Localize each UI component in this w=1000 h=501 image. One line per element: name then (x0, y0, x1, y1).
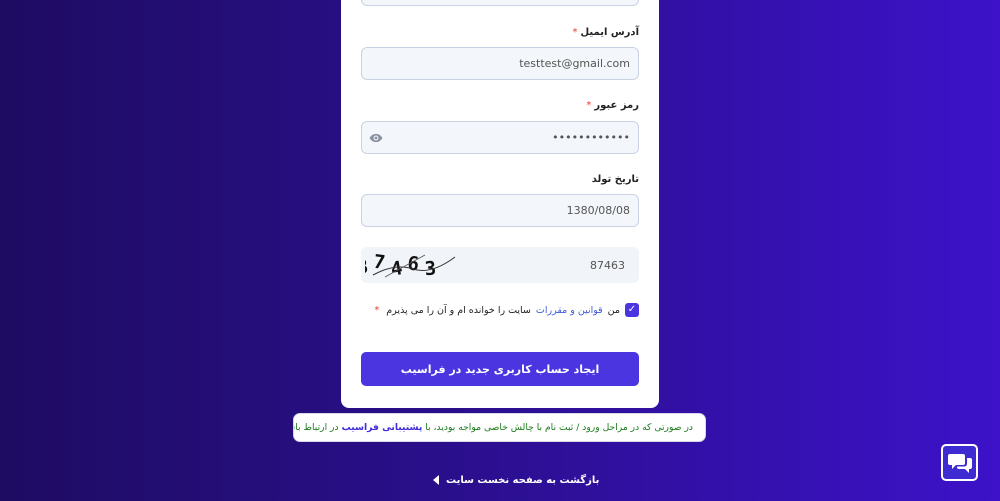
previous-field[interactable] (361, 0, 639, 6)
email-required-mark: * (572, 27, 578, 38)
captcha-input[interactable]: 87463 (590, 259, 625, 272)
back-to-home-label: بازگشت به صفحه نخست سایت (446, 474, 600, 486)
notice-text-before: در صورتی که در مراحل ورود / ثبت نام با چ… (425, 422, 693, 433)
password-required-mark: * (586, 100, 592, 111)
caret-left-icon (433, 475, 439, 485)
support-link[interactable]: پشتیبانی فراسیب (342, 422, 423, 433)
captcha-char: 4 (389, 257, 404, 281)
chat-support-button[interactable] (941, 444, 978, 481)
back-to-home-link[interactable]: بازگشت به صفحه نخست سایت (432, 473, 599, 487)
support-notice: در صورتی که در مراحل ورود / ثبت نام با چ… (293, 413, 706, 442)
password-label-text: رمز عبور (594, 100, 639, 111)
captcha-char: 3 (424, 257, 437, 280)
eye-icon[interactable] (369, 131, 383, 145)
terms-row: ✓ من قوانین و مقررات سایت را خوانده ام و… (375, 302, 639, 318)
terms-link[interactable]: قوانین و مقررات (536, 305, 603, 316)
birthdate-label: تاریخ تولد (592, 174, 639, 185)
captcha-char: 8 (365, 256, 369, 279)
email-label-text: آدرس ایمیل (580, 27, 640, 38)
notice-text-after: در ارتباط باشید. (294, 422, 339, 433)
terms-checkbox[interactable]: ✓ (625, 303, 639, 317)
chat-bubbles-icon (948, 454, 972, 473)
terms-suffix: سایت را خوانده ام و آن را می پذیرم (386, 304, 531, 316)
birthdate-label-text: تاریخ تولد (591, 174, 639, 185)
email-field[interactable] (361, 47, 639, 80)
email-label: آدرس ایمیل* (573, 27, 640, 38)
captcha-char: 7 (372, 251, 386, 274)
password-field[interactable] (361, 121, 639, 154)
terms-required-mark: * (374, 304, 380, 316)
birthdate-field[interactable] (361, 194, 639, 227)
captcha-image: 87463 (365, 251, 456, 281)
captcha-chars: 87463 (365, 251, 437, 281)
password-label: رمز عبور* (586, 100, 639, 111)
terms-prefix: من (607, 304, 620, 316)
create-account-button[interactable]: ایجاد حساب کاربری جدید در فراسیب (361, 352, 639, 386)
